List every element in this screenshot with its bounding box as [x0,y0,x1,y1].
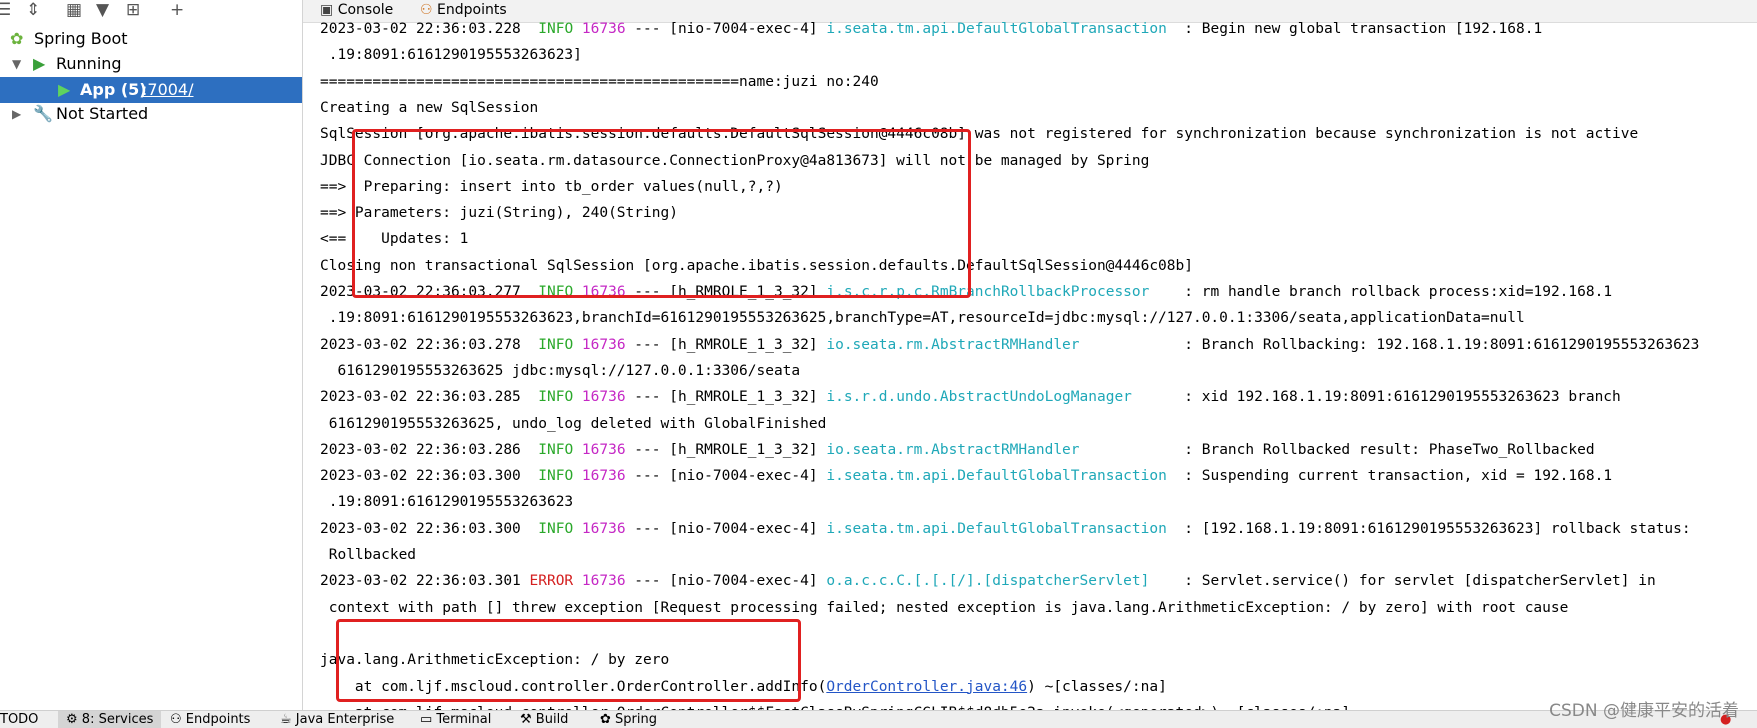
services-toolbar: ☰ ⇕ ▦ ▼ ⊞ + [0,0,302,22]
console-line: ========================================… [320,73,879,90]
tree-label: Spring Boot [34,29,128,48]
bottom-tab-label: Build [535,712,569,727]
tab-endpoints[interactable]: ⚇ Endpoints [420,0,507,22]
endpoints-icon: ⚇ [170,712,186,727]
console-line: 2023-03-02 22:36:03.301 ERROR 16736 --- … [320,573,1656,590]
group-icon[interactable]: ▦ [66,0,82,20]
bottom-tab-endpoints[interactable]: ⚇ Endpoints [170,711,250,728]
bottom-tab-label: Endpoints [185,712,251,727]
tree-item-app[interactable]: ▶ App (5) :7004/ [0,77,302,103]
console-icon: ▣ [320,2,334,18]
wrench-icon: 🔧 [33,104,53,123]
add-icon[interactable]: + [170,0,184,20]
console-tabs: ▣ Console ⚇ Endpoints [303,0,1757,23]
console-line: 2023-03-02 22:36:03.228 INFO 16736 --- [… [320,22,1543,37]
bottom-tab-build[interactable]: ⚒ Build [520,711,568,728]
console-line: 6161290195553263625, undo_log deleted wi… [320,415,827,432]
console-line: .19:8091:6161290195553263623,branchId=61… [320,310,1525,327]
tool-window-bar: TODO ⚙ 8: Services ⚇ Endpoints ☕ Java En… [0,710,1757,728]
endpoints-icon: ⚇ [420,2,433,18]
tree-item-running[interactable]: ▼ ▶ Running [0,51,302,77]
console-line: 2023-03-02 22:36:03.300 INFO 16736 --- [… [320,520,1691,537]
highlight-box-exception [336,619,801,702]
tab-label: Endpoints [437,2,507,18]
console-line: .19:8091:6161290195553263623] [320,47,582,64]
build-icon: ⚒ [520,712,536,727]
chevron-down-icon[interactable]: ▼ [12,51,21,77]
tree-label: Not Started [56,104,149,123]
console-line: Creating a new SqlSession [320,99,539,116]
app-label: App (5) [80,80,147,99]
console-line: 6161290195553263625 jdbc:mysql://127.0.0… [320,362,801,379]
console-line: 2023-03-02 22:36:03.278 INFO 16736 --- [… [320,336,1700,353]
java-enterprise-icon: ☕ [280,712,296,727]
tree-item-spring-boot[interactable]: ✿ Spring Boot [0,26,302,52]
tree-item-not-started[interactable]: ▶ 🔧 Not Started [0,101,302,127]
console-line: 2023-03-02 22:36:03.286 INFO 16736 --- [… [320,441,1595,458]
app-port-link[interactable]: :7004/ [142,77,194,103]
bottom-tab-spring[interactable]: ✿ Spring [600,711,657,728]
console-line: 2023-03-02 22:36:03.300 INFO 16736 --- [… [320,468,1613,485]
console-line: .19:8091:6161290195553263623 [320,494,574,511]
bottom-tab-label: Spring [615,712,657,727]
bottom-tab-label: Terminal [436,712,492,727]
run-icon: ▶ [33,54,46,73]
spring-boot-icon: ✿ [10,29,24,48]
console-line: context with path [] threw exception [Re… [320,599,1569,616]
tree-label: Running [56,54,122,73]
watermark: CSDN @健康平安的活着 [1549,701,1739,721]
console-output[interactable]: 2023-03-02 22:36:03.228 INFO 16736 --- [… [320,22,1757,710]
expand-all-icon[interactable]: ⇕ [26,0,40,20]
run-console-panel: ▣ Console ⚇ Endpoints 2023-03-02 22:36:0… [303,0,1757,710]
spring-icon: ✿ [600,712,616,727]
bottom-tab-java-enterprise[interactable]: ☕ Java Enterprise [280,711,394,728]
bottom-tab-label: 8: Services [81,712,154,727]
console-line: Rollbacked [320,547,417,563]
run-icon: ▶ [58,80,71,99]
tab-console[interactable]: ▣ Console [320,0,393,22]
services-icon: ⚙ [66,712,82,727]
collapse-all-icon[interactable]: ☰ [0,0,11,20]
new-icon[interactable]: ⊞ [126,0,140,20]
highlight-box-sql [352,129,971,298]
chevron-right-icon[interactable]: ▶ [12,101,21,127]
bottom-tab-label: Java Enterprise [295,712,395,727]
bottom-tab-services[interactable]: ⚙ 8: Services [58,711,162,728]
tab-label: Console [337,2,394,18]
filter-icon[interactable]: ▼ [96,0,109,20]
bottom-tab-label: TODO [0,712,39,727]
bottom-tab-terminal[interactable]: ▭ Terminal [420,711,491,728]
terminal-icon: ▭ [420,712,437,727]
console-line: 2023-03-02 22:36:03.285 INFO 16736 --- [… [320,389,1621,406]
bottom-tab-todo[interactable]: TODO [0,711,38,728]
services-panel: ☰ ⇕ ▦ ▼ ⊞ + ✿ Spring Boot ▼ ▶ Running ▶ … [0,0,303,710]
